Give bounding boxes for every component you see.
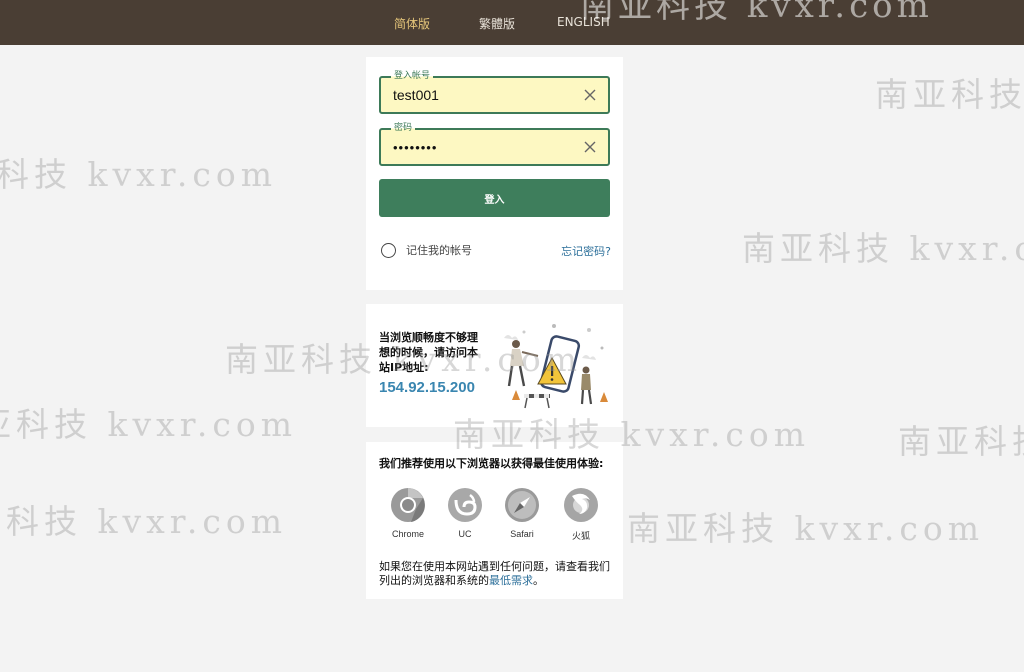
browser-firefox[interactable]: 火狐 (556, 486, 606, 542)
browser-label: 火狐 (571, 531, 590, 541)
watermark: 南亚科技 kvxr.com (898, 422, 1024, 461)
forgot-password-link[interactable]: 忘记密码? (561, 243, 611, 259)
watermark: 南亚科技 kvxr.com (875, 75, 1024, 114)
browser-label: Chrome (391, 529, 424, 539)
chrome-icon (391, 488, 425, 522)
help-text-end: 。 (533, 574, 544, 587)
watermark: 南亚科技 kvxr.com (0, 155, 278, 194)
password-field[interactable]: 密码 (379, 122, 610, 166)
username-input[interactable] (393, 86, 573, 104)
browser-title: 我们推荐使用以下浏览器以获得最佳使用体验: (379, 457, 604, 470)
username-field[interactable]: 登入帐号 (379, 70, 610, 114)
watermark: 南亚科技 kvxr.com (0, 405, 298, 444)
browser-help-text: 如果您在使用本网站遇到任何问题，请查看我们列出的浏览器和系统的最低需求。 (379, 560, 611, 588)
firefox-icon (564, 488, 598, 522)
password-label: 密码 (391, 122, 416, 134)
login-card: 登入帐号 密码 登入 记住我的帐号 忘记密码? (366, 57, 623, 290)
clear-icon[interactable] (582, 87, 598, 103)
minimum-requirements-link[interactable]: 最低需求 (489, 574, 533, 587)
remember-account-toggle[interactable]: 记住我的帐号 (381, 242, 472, 258)
watermark: 南亚科技 kvxr.com (742, 229, 1024, 268)
login-button[interactable]: 登入 (379, 179, 610, 217)
remember-label: 记住我的帐号 (406, 244, 472, 257)
ip-notice-text: 当浏览顺畅度不够理想的时候，请访问本站IP地址: (379, 331, 478, 374)
browser-safari[interactable]: Safari (497, 486, 547, 539)
warning-illustration-icon (504, 324, 608, 409)
browser-label: UC (458, 529, 472, 539)
safari-icon (505, 488, 539, 522)
browser-uc[interactable]: UC (440, 486, 490, 539)
browser-chrome[interactable]: Chrome (383, 486, 433, 539)
ip-address-link[interactable]: 154.92.15.200 (379, 379, 475, 396)
username-label: 登入帐号 (391, 70, 434, 82)
watermark: 南亚科技 kvxr.com (627, 509, 985, 548)
top-bar: 简体版 繁體版 ENGLISH 南亚科技 kvxr.com (0, 0, 1024, 45)
ip-notice-card: 当浏览顺畅度不够理想的时候，请访问本站IP地址: 154.92.15.200 (366, 304, 623, 427)
uc-browser-icon (448, 488, 482, 522)
clear-icon[interactable] (582, 139, 598, 155)
lang-simplified[interactable]: 简体版 (394, 15, 430, 32)
browser-label: Safari (510, 529, 534, 539)
password-input[interactable] (393, 138, 573, 156)
radio-icon[interactable] (381, 242, 396, 258)
watermark: 南亚科技 kvxr.com (0, 502, 288, 541)
lang-traditional[interactable]: 繁體版 (479, 15, 515, 32)
watermark: 南亚科技 kvxr.com (580, 0, 933, 26)
browser-card: 我们推荐使用以下浏览器以获得最佳使用体验: Chrome UC Safari 火… (366, 442, 623, 599)
